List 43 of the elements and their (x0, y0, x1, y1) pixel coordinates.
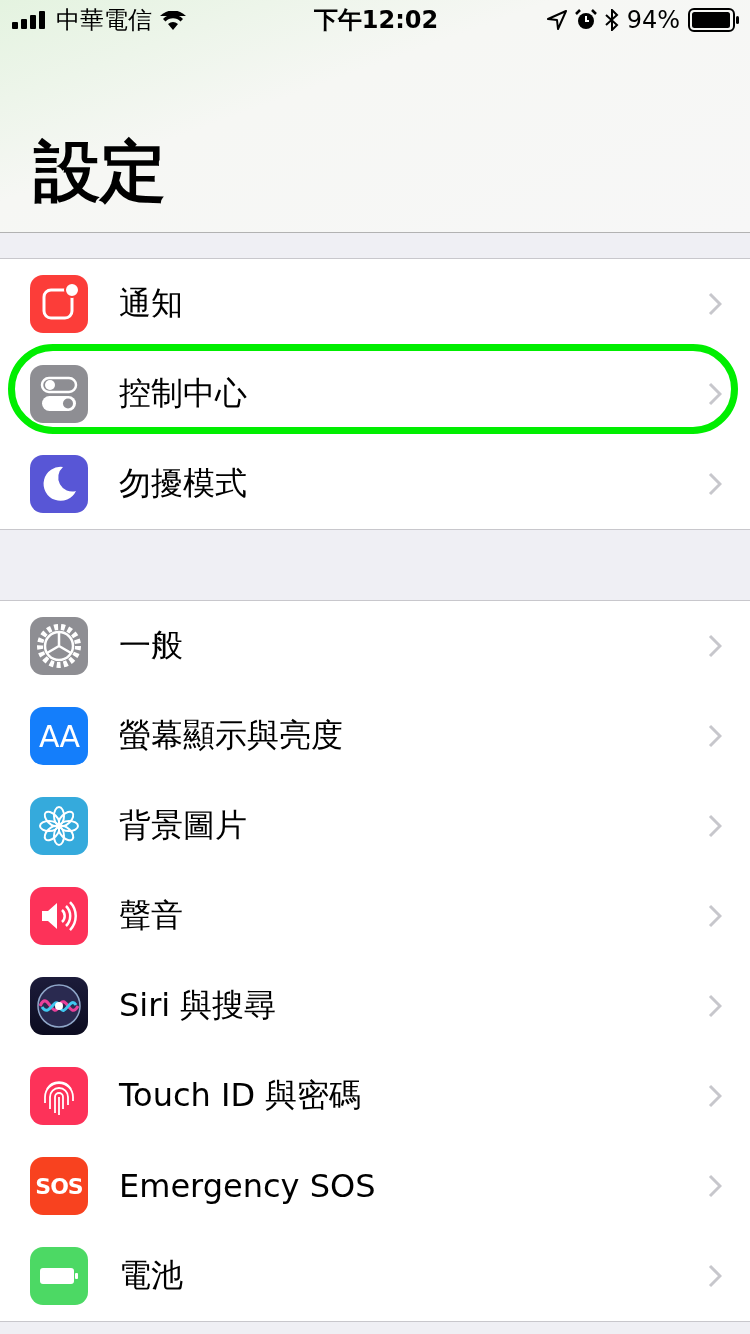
chevron-icon (708, 381, 722, 406)
orb-icon (30, 977, 88, 1035)
setting-label: 一般 (119, 624, 184, 666)
chevron-icon (708, 813, 722, 838)
wifi-icon (160, 10, 186, 30)
chevron-icon (708, 291, 722, 316)
chevron-icon (708, 903, 722, 928)
signal-icon (12, 11, 48, 29)
toggles-icon (30, 365, 88, 423)
setting-label: 螢幕顯示與亮度 (119, 714, 344, 756)
chevron-icon (708, 1263, 722, 1288)
location-arrow-icon (546, 10, 567, 30)
chevron-icon (708, 993, 722, 1018)
battery-percent: 94% (626, 6, 680, 34)
status-time: 下午12:02 (313, 5, 439, 36)
setting-label: Touch ID 與密碼 (119, 1074, 363, 1116)
chevron-icon (708, 1173, 722, 1198)
setting-label: 控制中心 (119, 372, 248, 414)
setting-label: 聲音 (119, 894, 184, 936)
sos-icon: SOS (30, 1157, 88, 1215)
speaker-icon (30, 887, 88, 945)
chevron-icon (708, 1083, 722, 1108)
setting-label: Emergency SOS (119, 1166, 377, 1205)
carrier-name: 中華電信 (56, 5, 152, 36)
bluetooth-icon (604, 9, 619, 31)
chevron-icon (708, 472, 722, 496)
setting-label: 通知 (119, 282, 184, 324)
settings-icon (30, 617, 88, 675)
flower-icon (30, 797, 88, 855)
alarm-clock-icon (574, 9, 597, 31)
chevron-icon (708, 633, 722, 658)
setting-label: 背景圖片 (119, 804, 248, 846)
setting-label: Siri 與搜尋 (119, 984, 278, 1026)
battery-icon (30, 1247, 88, 1305)
setting-label: 電池 (119, 1254, 184, 1296)
chevron-icon (708, 723, 722, 748)
text-size-icon: AA (30, 707, 88, 765)
battery-icon (688, 8, 740, 32)
moon-icon (30, 455, 88, 513)
setting-label: 勿擾模式 (119, 463, 248, 504)
page-title: 設定 (34, 132, 166, 212)
notification-icon (30, 275, 88, 333)
fingerprint-icon (30, 1067, 88, 1125)
